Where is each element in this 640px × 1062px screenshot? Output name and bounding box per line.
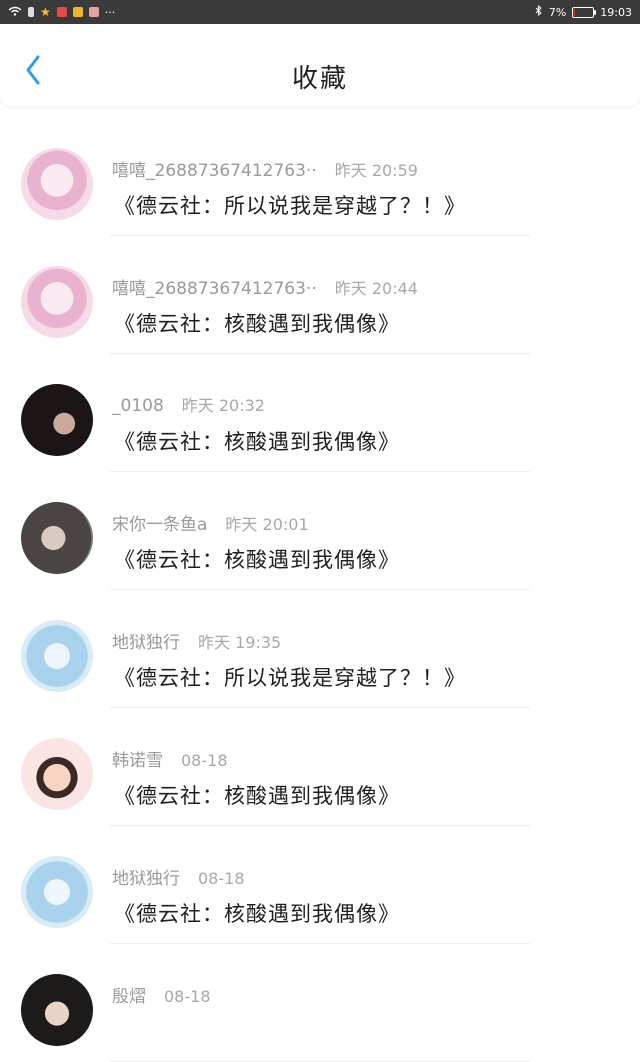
battery-level xyxy=(574,8,576,16)
item-meta: 嘻嘻_26887367412763·· 昨天 20:59 xyxy=(112,156,418,181)
timestamp: 08-18 xyxy=(181,751,228,770)
avatar[interactable] xyxy=(21,856,93,928)
item-content[interactable]: 《德云社：核酸遇到我偶像》 xyxy=(114,426,400,456)
username[interactable]: 殷熠 xyxy=(112,982,146,1007)
item-meta: 地狱独行 昨天 19:35 xyxy=(112,628,281,653)
bluetooth-icon xyxy=(535,4,543,19)
wifi-icon xyxy=(8,6,22,19)
list-item[interactable]: 嘻嘻_26887367412763·· 昨天 20:44 《德云社：核酸遇到我偶像》 xyxy=(0,236,640,354)
list-item[interactable]: 韩诺雪 08-18 《德云社：核酸遇到我偶像》 xyxy=(0,708,640,826)
timestamp: 08-18 xyxy=(198,869,245,888)
page-title: 收藏 xyxy=(291,64,348,94)
item-content[interactable]: 《德云社：所以说我是穿越了？！》 xyxy=(114,190,466,220)
item-content[interactable]: 《德云社：核酸遇到我偶像》 xyxy=(114,308,400,338)
timestamp: 08-18 xyxy=(164,987,211,1006)
list-item[interactable]: 嘻嘻_26887367412763·· 昨天 20:59 《德云社：所以说我是穿越了… xyxy=(0,118,640,236)
username[interactable]: 嘻嘻_26887367412763·· xyxy=(112,274,317,299)
item-meta: 韩诺雪 08-18 xyxy=(112,746,228,771)
item-meta: 嘻嘻_26887367412763·· 昨天 20:44 xyxy=(112,274,418,299)
clock: 19:03 xyxy=(600,5,632,19)
avatar[interactable] xyxy=(21,148,93,220)
status-right: 7% 19:03 xyxy=(535,4,632,19)
app-notification-yellow-icon xyxy=(72,7,83,17)
avatar[interactable] xyxy=(21,384,93,456)
item-meta: _0108 昨天 20:32 xyxy=(112,392,265,416)
star-icon: ★ xyxy=(40,5,51,19)
list-item[interactable]: _0108 昨天 20:32 《德云社：核酸遇到我偶像》 xyxy=(0,354,640,472)
battery-percent: 7% xyxy=(548,5,567,19)
item-meta: 殷熠 08-18 xyxy=(112,982,211,1007)
username[interactable]: 地狱独行 xyxy=(112,864,180,889)
status-left: ★ ··· xyxy=(8,5,115,19)
username[interactable]: _0108 xyxy=(112,396,164,416)
avatar[interactable] xyxy=(21,738,93,810)
item-content[interactable]: 《德云社：所以说我是穿越了？！》 xyxy=(114,662,466,692)
username[interactable]: 韩诺雪 xyxy=(112,746,163,771)
timestamp: 昨天 20:32 xyxy=(181,396,265,415)
username[interactable]: 嘻嘻_26887367412763·· xyxy=(112,156,317,181)
list-item[interactable]: 地狱独行 08-18 《德云社：核酸遇到我偶像》 xyxy=(0,826,640,944)
app-notification-red-icon xyxy=(56,7,67,17)
header: 收藏 xyxy=(0,24,640,106)
timestamp: 昨天 19:35 xyxy=(198,633,282,652)
timestamp: 昨天 20:01 xyxy=(225,515,309,534)
favorites-list: 嘻嘻_26887367412763·· 昨天 20:59 《德云社：所以说我是穿越了… xyxy=(0,118,640,1062)
item-meta: 宋你一条鱼a 昨天 20:01 xyxy=(112,510,309,535)
sim-icon xyxy=(28,7,34,17)
username[interactable]: 宋你一条鱼a xyxy=(112,510,207,535)
list-item[interactable]: 地狱独行 昨天 19:35 《德云社：所以说我是穿越了？！》 xyxy=(0,590,640,708)
timestamp: 昨天 20:59 xyxy=(334,161,418,180)
username[interactable]: 地狱独行 xyxy=(112,628,180,653)
more-notifications-icon: ··· xyxy=(104,5,116,19)
battery-icon xyxy=(572,6,597,18)
avatar[interactable] xyxy=(21,502,93,574)
status-bar: ★ ··· 7% 19:03 xyxy=(0,0,640,24)
item-content[interactable]: 《德云社：核酸遇到我偶像》 xyxy=(114,898,400,928)
avatar[interactable] xyxy=(21,974,93,1046)
item-content[interactable]: 《德云社：核酸遇到我偶像》 xyxy=(114,780,400,810)
item-meta: 地狱独行 08-18 xyxy=(112,864,245,889)
avatar[interactable] xyxy=(21,266,93,338)
list-item[interactable]: 殷熠 08-18 xyxy=(0,944,640,1062)
avatar[interactable] xyxy=(21,620,93,692)
item-content[interactable]: 《德云社：核酸遇到我偶像》 xyxy=(114,544,400,574)
timestamp: 昨天 20:44 xyxy=(334,279,418,298)
list-item[interactable]: 宋你一条鱼a 昨天 20:01 《德云社：核酸遇到我偶像》 xyxy=(0,472,640,590)
app-notification-pink-icon xyxy=(88,7,99,17)
